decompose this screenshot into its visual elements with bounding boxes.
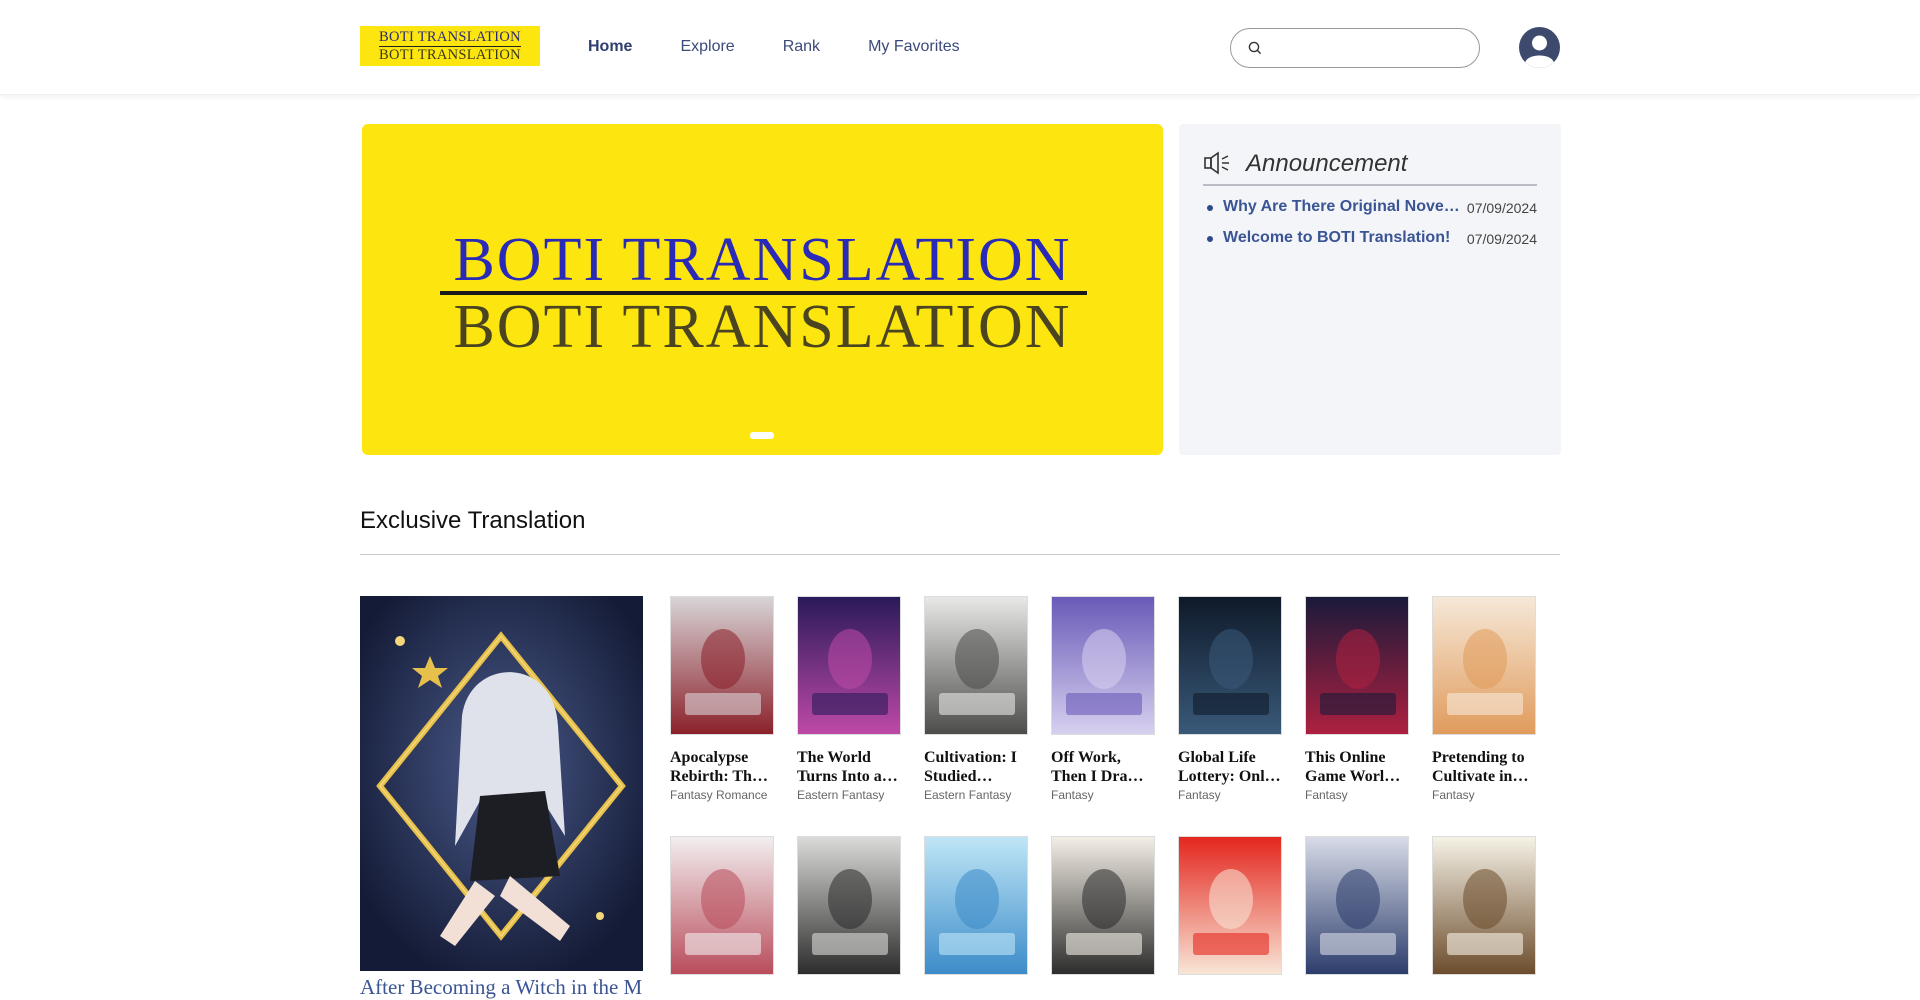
book-card[interactable]: Cultivation: I Studied Abroad in Modern … [924, 596, 1028, 802]
cover-art [925, 597, 1027, 734]
book-cover[interactable] [670, 836, 774, 975]
cover-art [1306, 597, 1408, 734]
book-card[interactable] [1305, 836, 1409, 975]
speaker-icon [1204, 151, 1229, 175]
nav-explore[interactable]: Explore [680, 38, 734, 56]
announcement-item: Why Are There Original Novels on BOTI Tr… [1203, 196, 1537, 227]
cover-art [1306, 837, 1408, 974]
book-title[interactable]: The World Turns Into a Game [797, 748, 901, 786]
book-title[interactable]: Off Work, Then I Draw a Card [1051, 748, 1155, 786]
cover-art [1052, 837, 1154, 974]
site-logo[interactable]: BOTI TRANSLATION BOTI TRANSLATION [360, 26, 540, 66]
book-cover[interactable] [924, 836, 1028, 975]
book-cover[interactable] [1051, 836, 1155, 975]
book-genre: Fantasy [1178, 788, 1221, 802]
book-title[interactable]: Cultivation: I Studied Abroad in Modern … [924, 748, 1028, 786]
book-card[interactable] [1178, 836, 1282, 975]
cover-art [1052, 597, 1154, 734]
announcement-list: Why Are There Original Novels on BOTI Tr… [1203, 196, 1537, 258]
book-cover[interactable] [1178, 836, 1282, 975]
book-cover[interactable] [797, 836, 901, 975]
book-genre: Eastern Fantasy [924, 788, 1012, 802]
book-card[interactable]: Apocalypse Rebirth: The Big Shot Starts … [670, 596, 774, 802]
announcement-date: 07/09/2024 [1466, 231, 1537, 247]
user-icon [1525, 35, 1554, 68]
book-cover[interactable] [1305, 836, 1409, 975]
book-cover[interactable] [670, 596, 774, 735]
cover-art [798, 597, 900, 734]
book-title[interactable]: Global Life Lottery: Only I Can Designat… [1178, 748, 1282, 786]
book-genre: Fantasy [1432, 788, 1475, 802]
cover-art [1433, 837, 1535, 974]
book-card[interactable] [924, 836, 1028, 975]
announcement-header: Announcement [1203, 146, 1537, 186]
book-genre: Eastern Fantasy [797, 788, 885, 802]
book-cover[interactable] [1432, 596, 1536, 735]
book-cover[interactable] [1305, 596, 1409, 735]
book-cover[interactable] [1432, 836, 1536, 975]
featured-cover-art [360, 596, 643, 971]
cover-art [1179, 597, 1281, 734]
announcement-title: Announcement [1246, 150, 1408, 177]
announcement-item: Welcome to BOTI Translation! 07/09/2024 [1203, 227, 1537, 258]
cover-art [671, 837, 773, 974]
book-cover[interactable] [797, 596, 901, 735]
nav-home[interactable]: Home [588, 38, 632, 56]
site-header: BOTI TRANSLATION BOTI TRANSLATION Home E… [0, 0, 1920, 95]
announcement-panel: Announcement Why Are There Original Nove… [1179, 124, 1561, 455]
carousel-indicator[interactable] [750, 432, 774, 439]
featured-book-title[interactable]: After Becoming a Witch in the Magic Worl… [360, 975, 643, 1000]
book-card[interactable]: Global Life Lottery: Only I Can Designat… [1178, 596, 1282, 802]
book-card[interactable] [670, 836, 774, 975]
avatar[interactable] [1519, 27, 1560, 68]
hero-banner[interactable]: BOTI TRANSLATION BOTI TRANSLATION [362, 124, 1163, 455]
book-cover[interactable] [1051, 596, 1155, 735]
book-title[interactable]: This Online Game World Is Too Real [1305, 748, 1409, 786]
book-card[interactable]: Off Work, Then I Draw a Card Fantasy [1051, 596, 1155, 802]
search-icon[interactable] [1248, 41, 1262, 55]
nav-my-favorites[interactable]: My Favorites [868, 38, 960, 56]
section-divider [360, 554, 1560, 555]
banner-line1: BOTI TRANSLATION [453, 226, 1072, 294]
cover-art [1433, 597, 1535, 734]
book-card[interactable]: Pretending to Cultivate in Kindergarten F… [1432, 596, 1536, 802]
main-nav: Home Explore Rank My Favorites [588, 38, 1008, 56]
featured-book-cover[interactable] [360, 596, 643, 971]
cover-art [671, 597, 773, 734]
announcement-link[interactable]: Welcome to BOTI Translation! [1223, 229, 1464, 247]
search-input[interactable] [1271, 37, 1466, 59]
logo-line1: BOTI TRANSLATION [379, 29, 521, 47]
banner-line2: BOTI TRANSLATION [453, 293, 1072, 361]
book-cover[interactable] [924, 596, 1028, 735]
section-title: Exclusive Translation [360, 507, 586, 534]
book-card[interactable]: This Online Game World Is Too Real Fantas… [1305, 596, 1409, 802]
book-genre: Fantasy Romance [670, 788, 768, 802]
book-card[interactable] [1051, 836, 1155, 975]
book-title[interactable]: Pretending to Cultivate in Kindergarten [1432, 748, 1536, 786]
book-card[interactable]: The World Turns Into a Game Eastern Fanta… [797, 596, 901, 802]
book-genre: Fantasy [1305, 788, 1348, 802]
cover-art [925, 837, 1027, 974]
book-card[interactable] [1432, 836, 1536, 975]
logo-line2: BOTI TRANSLATION [379, 46, 521, 63]
cover-art [1179, 837, 1281, 974]
book-title[interactable]: Apocalypse Rebirth: The Big Shot Starts … [670, 748, 774, 786]
announcement-link[interactable]: Why Are There Original Novels on BOTI Tr… [1223, 198, 1464, 216]
cover-art [798, 837, 900, 974]
search-box[interactable] [1230, 28, 1480, 68]
book-card[interactable] [797, 836, 901, 975]
book-cover[interactable] [1178, 596, 1282, 735]
announcement-date: 07/09/2024 [1466, 200, 1537, 216]
book-genre: Fantasy [1051, 788, 1094, 802]
nav-rank[interactable]: Rank [783, 38, 820, 56]
